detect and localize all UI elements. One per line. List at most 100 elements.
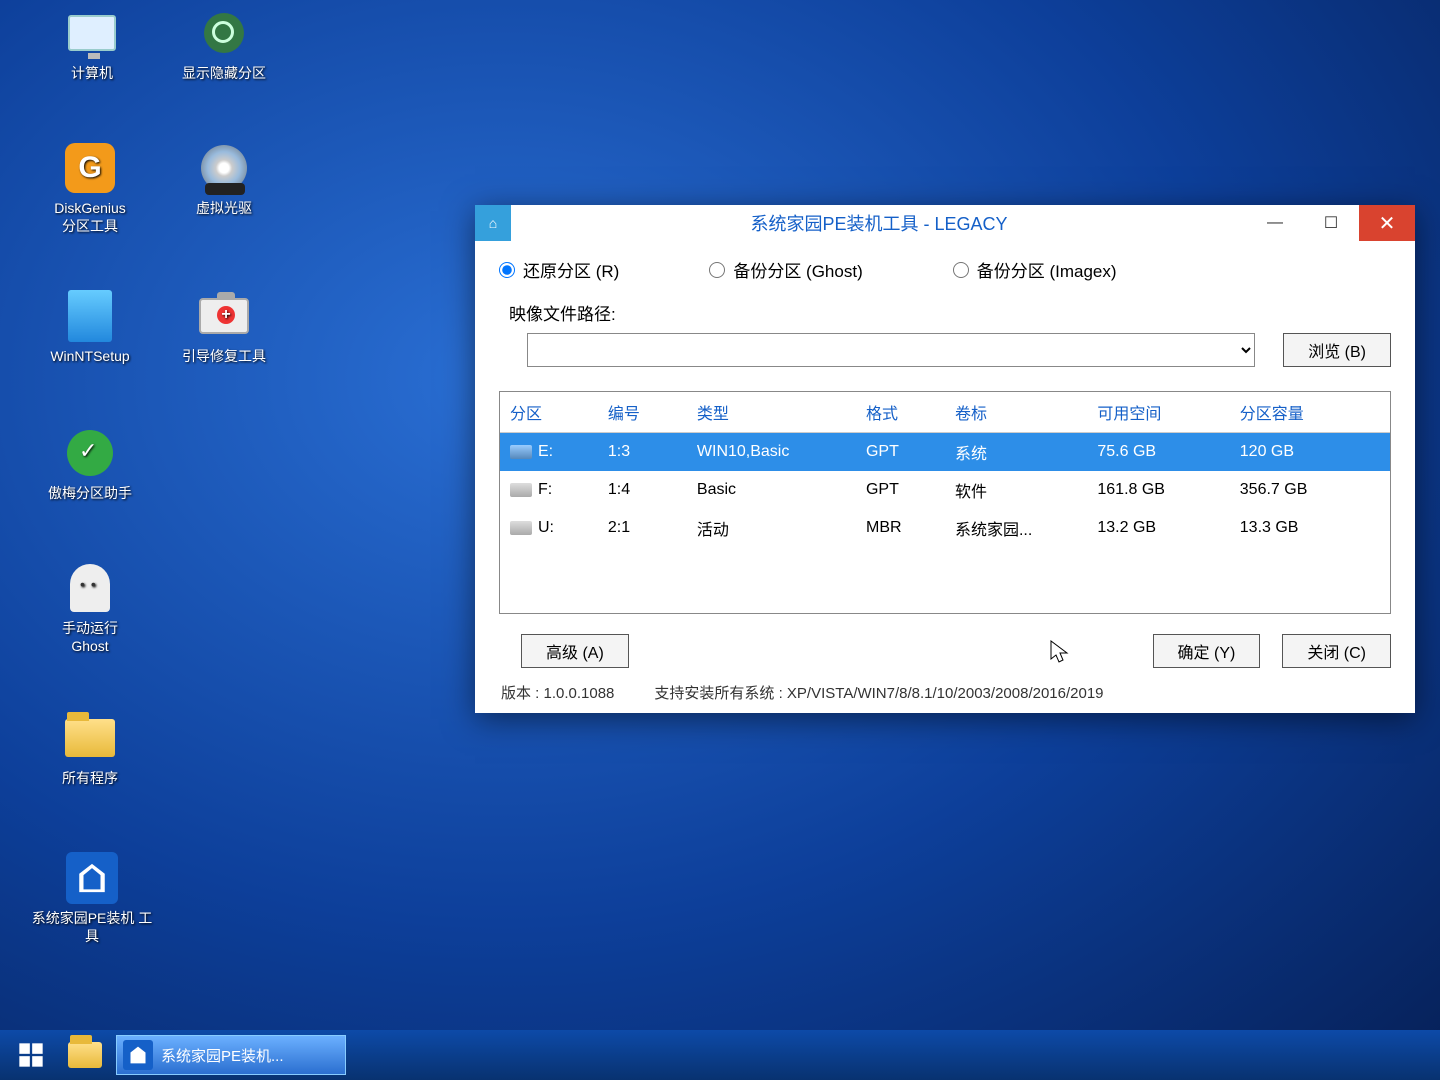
diskgenius-icon: G — [65, 143, 115, 193]
radio-backup-imagex[interactable]: 备份分区 (Imagex) — [953, 257, 1117, 282]
col-partition[interactable]: 分区 — [500, 392, 598, 433]
col-size[interactable]: 分区容量 — [1230, 392, 1390, 433]
icon-label: 系统家园PE装机 工具 — [22, 910, 162, 945]
disc-icon — [201, 145, 247, 191]
col-format[interactable]: 格式 — [856, 392, 945, 433]
icon-label: WinNTSetup — [30, 348, 150, 366]
close-dialog-button[interactable]: 关闭 (C) — [1282, 634, 1391, 668]
desktop-icon-diskgenius[interactable]: G DiskGenius 分区工具 — [30, 140, 150, 235]
desktop-icon-winnt[interactable]: WinNTSetup — [30, 288, 150, 366]
icon-label: 引导修复工具 — [164, 348, 284, 366]
taskbar: 系统家园PE装机... — [0, 1030, 1440, 1080]
desktop-icon-vcd[interactable]: 虚拟光驱 — [164, 140, 284, 218]
window-body: 还原分区 (R) 备份分区 (Ghost) 备份分区 (Imagex) 映像文件… — [475, 241, 1415, 713]
desktop-icon-allprograms[interactable]: 所有程序 — [30, 710, 150, 788]
magnify-icon — [204, 13, 244, 53]
table-cell: 系统家园... — [945, 509, 1087, 547]
monitor-icon — [68, 15, 116, 51]
icon-label: 虚拟光驱 — [164, 200, 284, 218]
image-path-label: 映像文件路径: — [499, 300, 616, 325]
table-cell: 1:4 — [598, 471, 687, 509]
icon-label: 所有程序 — [30, 770, 150, 788]
ok-button[interactable]: 确定 (Y) — [1153, 634, 1261, 668]
col-free[interactable]: 可用空间 — [1087, 392, 1229, 433]
image-path-row: 浏览 (B) — [499, 333, 1391, 367]
image-path-label-row: 映像文件路径: — [499, 300, 1391, 325]
radio-label: 还原分区 (R) — [523, 257, 619, 282]
taskbar-app-petool[interactable]: 系统家园PE装机... — [116, 1035, 346, 1075]
support-text: 支持安装所有系统 : XP/VISTA/WIN7/8/8.1/10/2003/2… — [654, 682, 1389, 703]
table-cell: 2:1 — [598, 509, 687, 547]
radio-label: 备份分区 (Imagex) — [977, 257, 1117, 282]
table-cell: 75.6 GB — [1087, 433, 1229, 471]
table-cell: MBR — [856, 509, 945, 547]
table-cell: WIN10,Basic — [687, 433, 856, 471]
table-cell: 活动 — [687, 509, 856, 547]
radio-label: 备份分区 (Ghost) — [733, 257, 862, 282]
icon-label: DiskGenius 分区工具 — [30, 200, 150, 235]
desktop-icon-bootfix[interactable]: 引导修复工具 — [164, 288, 284, 366]
table-cell: 13.3 GB — [1230, 509, 1390, 547]
table-cell: 1:3 — [598, 433, 687, 471]
ghost-icon — [70, 564, 110, 612]
table-cell: F: — [500, 471, 598, 509]
table-cell: E: — [500, 433, 598, 471]
window-title: 系统家园PE装机工具 - LEGACY — [511, 210, 1247, 236]
drive-icon — [510, 483, 532, 497]
toolbox-icon — [199, 298, 249, 334]
close-button[interactable]: ✕ — [1359, 205, 1415, 241]
pe-installer-window: ⌂ 系统家园PE装机工具 - LEGACY — ☐ ✕ 还原分区 (R) 备份分… — [475, 205, 1415, 713]
icon-label: 手动运行 Ghost — [30, 620, 150, 655]
table-cell: 120 GB — [1230, 433, 1390, 471]
radio-backup-ghost[interactable]: 备份分区 (Ghost) — [709, 257, 862, 282]
table-header-row: 分区 编号 类型 格式 卷标 可用空间 分区容量 — [500, 392, 1390, 433]
radio-input[interactable] — [499, 262, 515, 278]
table-cell: Basic — [687, 471, 856, 509]
desktop-icon-petool[interactable]: 系统家园PE装机 工具 — [22, 850, 162, 945]
table-cell: GPT — [856, 433, 945, 471]
maximize-button[interactable]: ☐ — [1303, 205, 1359, 241]
desktop-icon-computer[interactable]: 计算机 — [32, 5, 152, 83]
col-label[interactable]: 卷标 — [945, 392, 1087, 433]
advanced-button[interactable]: 高级 (A) — [521, 634, 629, 668]
table-cell: 系统 — [945, 433, 1087, 471]
file-icon — [68, 290, 112, 342]
radio-restore[interactable]: 还原分区 (R) — [499, 257, 619, 282]
window-titlebar[interactable]: ⌂ 系统家园PE装机工具 - LEGACY — ☐ ✕ — [475, 205, 1415, 241]
table-body-wrap[interactable]: E:1:3WIN10,BasicGPT系统75.6 GB120 GBF:1:4B… — [500, 433, 1390, 613]
folder-icon — [68, 1042, 102, 1068]
dialog-button-row: 高级 (A) 确定 (Y) 关闭 (C) — [499, 634, 1391, 668]
col-number[interactable]: 编号 — [598, 392, 687, 433]
image-path-select[interactable] — [527, 333, 1255, 367]
petool-icon — [123, 1040, 153, 1070]
table-cell: 13.2 GB — [1087, 509, 1229, 547]
taskbar-app-label: 系统家园PE装机... — [161, 1045, 284, 1066]
table-row[interactable]: E:1:3WIN10,BasicGPT系统75.6 GB120 GB — [500, 433, 1390, 471]
drive-icon — [510, 445, 532, 459]
icon-label: 显示隐藏分区 — [164, 65, 284, 83]
icon-label: 傲梅分区助手 — [30, 485, 150, 503]
desktop: 计算机 显示隐藏分区 G DiskGenius 分区工具 虚拟光驱 WinNTS… — [0, 0, 1440, 1080]
table-row[interactable]: F:1:4BasicGPT软件161.8 GB356.7 GB — [500, 471, 1390, 509]
desktop-icon-ghost[interactable]: 手动运行 Ghost — [30, 560, 150, 655]
desktop-icon-aomei[interactable]: 傲梅分区助手 — [30, 425, 150, 503]
table-cell: 软件 — [945, 471, 1087, 509]
table-cell: 356.7 GB — [1230, 471, 1390, 509]
col-type[interactable]: 类型 — [687, 392, 856, 433]
desktop-icon-show-hidden[interactable]: 显示隐藏分区 — [164, 5, 284, 83]
table-cell: U: — [500, 509, 598, 547]
start-button[interactable] — [8, 1036, 54, 1074]
table-row[interactable]: U:2:1活动MBR系统家园...13.2 GB13.3 GB — [500, 509, 1390, 547]
status-bar: 版本 : 1.0.0.1088 支持安装所有系统 : XP/VISTA/WIN7… — [499, 678, 1391, 703]
minimize-button[interactable]: — — [1247, 205, 1303, 241]
check-disk-icon — [67, 430, 113, 476]
browse-button[interactable]: 浏览 (B) — [1283, 333, 1391, 367]
radio-input[interactable] — [953, 262, 969, 278]
taskbar-explorer[interactable] — [62, 1036, 108, 1074]
radio-input[interactable] — [709, 262, 725, 278]
drive-icon — [510, 521, 532, 535]
folder-icon — [65, 719, 115, 757]
partition-table: 分区 编号 类型 格式 卷标 可用空间 分区容量 E:1:3WIN10,Basi… — [499, 391, 1391, 614]
table-cell: GPT — [856, 471, 945, 509]
version-text: 版本 : 1.0.0.1088 — [501, 682, 614, 703]
